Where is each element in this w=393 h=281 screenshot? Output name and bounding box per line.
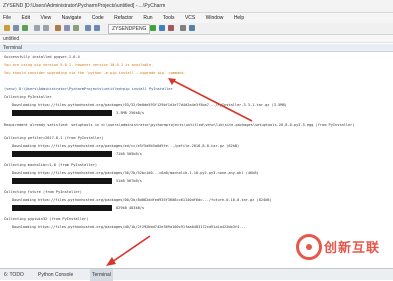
logo-mark-icon <box>296 234 322 260</box>
python-console-tab[interactable]: Python Console <box>38 269 73 281</box>
status-bar: 6: TODO Python Console Terminal <box>0 268 393 281</box>
terminal-tab[interactable]: Terminal <box>90 269 113 281</box>
watermark-text: 创新互联 <box>324 241 381 256</box>
watermark-logo: 创新互联 <box>296 232 390 266</box>
todo-tab[interactable]: 6: TODO <box>4 269 24 281</box>
annotation-arrow-line <box>169 78 253 122</box>
annotation-arrow-line <box>111 235 151 263</box>
annotation-arrowhead <box>106 257 116 266</box>
